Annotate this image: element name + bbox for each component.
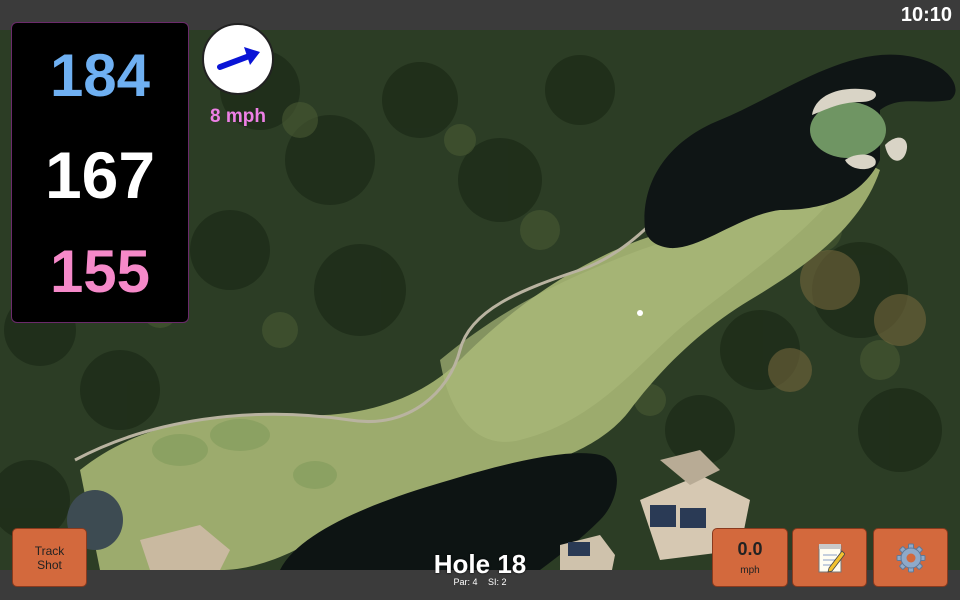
- settings-button[interactable]: [873, 528, 948, 587]
- tee-box: [152, 434, 208, 466]
- speed-unit: mph: [740, 565, 760, 576]
- track-shot-label-line1: Track: [34, 543, 65, 558]
- gear-icon: [896, 543, 925, 572]
- speed-button[interactable]: 0.0 mph: [712, 528, 788, 587]
- wind-direction-dial: [202, 23, 274, 95]
- arrow-right-up-icon: [217, 47, 260, 70]
- ball-marker: [637, 310, 643, 316]
- hole-title: Hole 18: [433, 549, 527, 579]
- middle-yardage: 167: [44, 138, 156, 212]
- yardage-panel: 184 167 155: [11, 22, 189, 323]
- notepad-icon: [818, 543, 845, 573]
- speed-value: 0.0: [737, 539, 763, 559]
- track-shot-button[interactable]: Track Shot: [12, 528, 87, 587]
- front-yardage: 155: [49, 238, 151, 305]
- tee-box: [293, 461, 337, 489]
- wind-speed-label: 8 mph: [210, 106, 266, 127]
- track-shot-label-line2: Shot: [37, 557, 62, 572]
- hole-par: Par: 4: [453, 577, 478, 587]
- hole-stroke-index: SI: 2: [488, 577, 507, 587]
- scorecard-notes-button[interactable]: [792, 528, 867, 587]
- tee-box: [210, 419, 270, 451]
- back-yardage: 184: [49, 42, 151, 109]
- clock: 10:10: [900, 4, 952, 26]
- hole-info: Par: 4 SI: 2: [380, 577, 580, 587]
